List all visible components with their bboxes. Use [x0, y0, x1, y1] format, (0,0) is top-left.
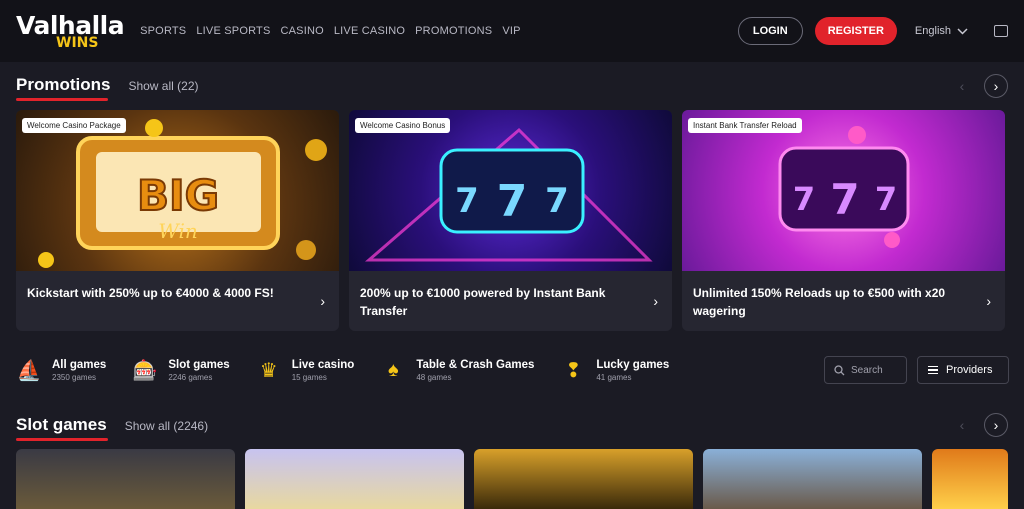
promotions-show-all[interactable]: Show all (22) — [128, 79, 198, 93]
promotions-arrows: ‹ › — [950, 74, 1008, 98]
category-count: 48 games — [416, 372, 452, 382]
lucky-icon: ❢ — [564, 359, 582, 382]
logo-sub: WINS — [56, 34, 99, 51]
slot-game-tile[interactable] — [703, 449, 922, 509]
slot-games-arrows: ‹ › — [950, 413, 1008, 437]
big-win-slot-illustration: BIG Win — [38, 119, 327, 268]
promo-card[interactable]: BIG Win Welcome Casino Package Kickstart… — [16, 110, 339, 331]
game-categories: ⛵ All games 2350 games 🎰 Slot games 2246… — [16, 357, 670, 383]
promo-image-neon-777: 7 7 7 Welcome Casino Bonus — [349, 110, 672, 271]
category-count: 41 games — [596, 372, 632, 382]
promo-card[interactable]: 7 7 7 Welcome Casino Bonus 200% up to €1… — [349, 110, 672, 331]
category-table-crash[interactable]: ♠ Table & Crash Games 48 games — [380, 357, 534, 383]
category-name: Lucky games — [596, 358, 670, 371]
promo-text: Kickstart with 250% up to €4000 & 4000 F… — [27, 286, 274, 300]
search-icon — [834, 364, 845, 375]
category-name: All games — [52, 358, 107, 371]
category-lucky-games[interactable]: ❢ Lucky games 41 games — [560, 357, 669, 383]
search-placeholder: Search — [851, 364, 883, 376]
promo-card[interactable]: 7 7 7 Instant Bank Transfer Reload Unlim… — [682, 110, 1005, 331]
pink-slot-illustration: 7 7 7 — [778, 126, 910, 248]
nav-vip[interactable]: VIP — [502, 25, 520, 37]
next-arrow-icon[interactable]: › — [984, 413, 1008, 437]
category-name: Live casino — [291, 358, 355, 371]
category-count: 2350 games — [52, 372, 97, 382]
main-nav: SPORTS LIVE SPORTS CASINO LIVE CASINO PR… — [140, 25, 521, 37]
promo-badge: Welcome Casino Bonus — [355, 118, 451, 133]
category-count: 2246 games — [168, 372, 213, 382]
promo-text: 200% up to €1000 powered by Instant Bank… — [360, 286, 606, 318]
chevron-right-icon: › — [320, 293, 325, 309]
slot-games-show-all[interactable]: Show all (2246) — [125, 419, 208, 433]
slot-games-title: Slot games — [16, 415, 108, 441]
promotions-header: Promotions Show all (22) — [16, 75, 198, 101]
chat-icon[interactable] — [994, 25, 1008, 37]
slot-game-tile[interactable] — [932, 449, 1008, 509]
slot-game-tile[interactable] — [245, 449, 464, 509]
promo-text: Unlimited 150% Reloads up to €500 with x… — [693, 286, 946, 318]
slot-games-header: Slot games Show all (2246) — [16, 415, 208, 441]
logo-main: Valhalla — [16, 10, 125, 40]
chevron-down-icon — [957, 27, 968, 35]
login-button[interactable]: LOGIN — [737, 17, 803, 45]
category-all-games[interactable]: ⛵ All games 2350 games — [16, 357, 107, 383]
prev-arrow-icon[interactable]: ‹ — [950, 74, 974, 98]
category-slot-games[interactable]: 🎰 Slot games 2246 games — [132, 357, 230, 383]
nav-promotions[interactable]: PROMOTIONS — [415, 25, 492, 37]
prev-arrow-icon[interactable]: ‹ — [950, 413, 974, 437]
nav-sports[interactable]: SPORTS — [140, 25, 186, 37]
chevron-right-icon: › — [986, 293, 991, 309]
promo-badge: Instant Bank Transfer Reload — [688, 118, 802, 133]
category-count: 15 games — [291, 372, 327, 382]
top-bar: Valhalla WINS SPORTS LIVE SPORTS CASINO … — [0, 0, 1024, 62]
game-search-input[interactable]: Search — [824, 356, 907, 384]
slot-game-tile[interactable] — [16, 449, 235, 509]
providers-button[interactable]: Providers — [917, 356, 1009, 384]
svg-text:7: 7 — [497, 176, 528, 227]
slot-games-carousel — [16, 449, 1008, 509]
promo-badge: Welcome Casino Package — [22, 118, 126, 133]
table-icon: ♛ — [259, 359, 278, 382]
nav-live-casino[interactable]: LIVE CASINO — [334, 25, 405, 37]
svg-text:7: 7 — [793, 180, 815, 218]
svg-text:7: 7 — [875, 180, 897, 218]
category-name: Slot games — [168, 358, 230, 371]
nav-casino[interactable]: CASINO — [280, 25, 323, 37]
providers-label: Providers — [946, 364, 993, 376]
promotions-carousel: BIG Win Welcome Casino Package Kickstart… — [16, 110, 1005, 331]
header-tools: LOGIN REGISTER English — [737, 17, 1008, 45]
logo[interactable]: Valhalla WINS — [16, 10, 125, 51]
svg-text:Win: Win — [158, 219, 197, 243]
next-arrow-icon[interactable]: › — [984, 74, 1008, 98]
promo-image-pink-777: 7 7 7 Instant Bank Transfer Reload — [682, 110, 1005, 271]
language-selector[interactable]: English — [915, 25, 968, 37]
register-button[interactable]: REGISTER — [814, 17, 897, 45]
card-icon: ♠ — [388, 358, 399, 381]
promo-image-big-win: BIG Win Welcome Casino Package — [16, 110, 339, 271]
svg-text:7: 7 — [545, 181, 569, 221]
chevron-right-icon: › — [653, 293, 658, 309]
menu-icon — [928, 366, 938, 374]
language-label: English — [914, 25, 951, 37]
slot-machine-icon: 🎰 — [132, 359, 158, 382]
slot-game-tile[interactable] — [474, 449, 693, 509]
nav-live-sports[interactable]: LIVE SPORTS — [196, 25, 270, 37]
category-name: Table & Crash Games — [416, 358, 535, 371]
svg-text:7: 7 — [455, 181, 479, 221]
svg-text:BIG: BIG — [137, 171, 219, 220]
promotions-title: Promotions — [16, 75, 110, 101]
svg-text:7: 7 — [830, 175, 859, 224]
category-live-casino[interactable]: ♛ Live casino 15 games — [256, 357, 355, 383]
neon-slot-illustration: 7 7 7 — [364, 127, 653, 262]
ship-icon: ⛵ — [16, 359, 42, 382]
